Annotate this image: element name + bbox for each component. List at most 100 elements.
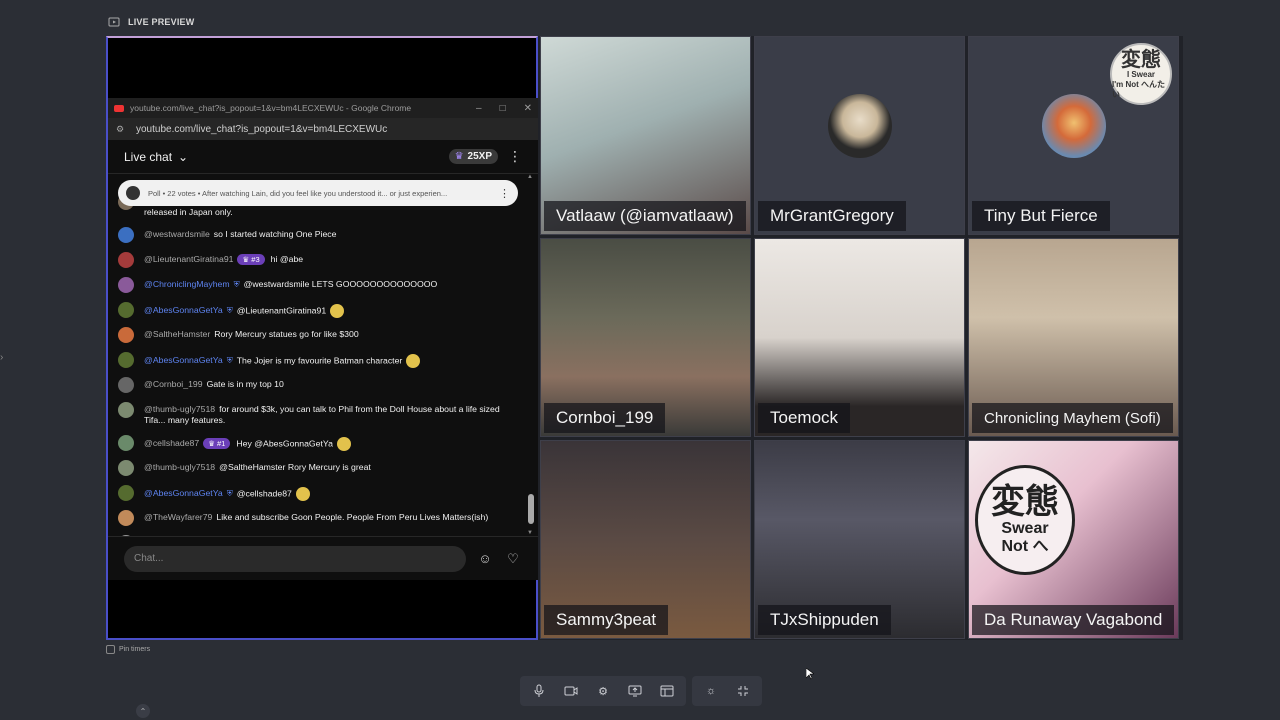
chat-message[interactable]: @LieutenantGiratina91 ♛ #3 hi @abe <box>118 252 518 268</box>
avatar[interactable] <box>118 435 134 451</box>
avatar[interactable] <box>118 535 134 536</box>
participant-name: Tiny But Fierce <box>972 201 1110 231</box>
message-author[interactable]: @thumb-ugly7518 <box>144 462 215 472</box>
message-author[interactable]: @Cornboi_199 <box>144 379 203 389</box>
chat-message[interactable]: @SaltheHamster Rory Mercury statues go fo… <box>118 327 518 343</box>
microphone-icon[interactable] <box>530 682 548 700</box>
avatar[interactable] <box>118 510 134 526</box>
message-author[interactable]: @AbesGonnaGetYa <box>144 488 223 498</box>
message-text: @westwardsmile LETS GOOOOOOOOOOOOOO <box>243 279 438 289</box>
message-author[interactable]: @AbesGonnaGetYa <box>144 355 223 365</box>
poll-avatar <box>126 186 140 200</box>
video-tile[interactable]: Toemock <box>754 238 965 437</box>
live-chat-label: Live chat <box>124 149 173 164</box>
avatar[interactable] <box>118 460 134 476</box>
emoji-icon <box>336 437 351 451</box>
video-tile[interactable]: 変態 Swear Not へ Da Runaway Vagabond <box>968 440 1179 639</box>
pin-timers-toggle[interactable]: Pin timers <box>106 645 150 654</box>
message-author[interactable]: @westwardsmile <box>144 229 210 239</box>
poll-text: Poll • 22 votes • After watching Lain, d… <box>148 188 448 198</box>
message-content: @AbesGonnaGetYa ⛨ The Jojer is my favourit… <box>144 354 518 368</box>
pin-timers-checkbox[interactable] <box>106 645 115 654</box>
chat-scrollbar[interactable]: ▲ ▼ <box>527 174 534 536</box>
preview-stage: youtube.com/live_chat?is_popout=1&v=bm4L… <box>106 36 1183 640</box>
participant-avatar <box>827 93 892 158</box>
chat-header: Live chat ⌄ ♛ 25XP ⋮ <box>108 140 538 174</box>
poll-options-icon[interactable]: ⋮ <box>499 187 510 200</box>
video-tile[interactable]: 変態 I Swear I'm Not へんたい Tiny But Fierce <box>968 36 1179 235</box>
scroll-down-icon[interactable]: ▼ <box>527 530 533 536</box>
brightness-icon[interactable]: ☼ <box>702 682 720 700</box>
heart-icon[interactable]: ♡ <box>504 550 522 568</box>
close-icon[interactable]: ✕ <box>524 103 532 114</box>
participant-name: Toemock <box>758 403 851 433</box>
message-author[interactable]: @LieutenantGiratina91 <box>144 254 233 264</box>
youtube-icon <box>114 104 124 112</box>
video-tile[interactable]: Vatlaaw (@iamvatlaaw) <box>540 36 751 235</box>
avatar[interactable] <box>118 327 134 343</box>
chrome-title-bar: youtube.com/live_chat?is_popout=1&v=bm4L… <box>108 98 538 118</box>
chat-message[interactable]: @westwardsmile so I started watching One … <box>118 227 518 243</box>
camera-icon[interactable] <box>562 682 580 700</box>
chat-message[interactable]: @thumb-ugly7518 @SaltheHamster Rory Mercu… <box>118 460 518 476</box>
avatar[interactable] <box>118 352 134 368</box>
message-content: @thumb-ugly7518 @SaltheHamster Rory Mercu… <box>144 462 518 473</box>
chevron-down-icon: ⌄ <box>178 149 189 164</box>
fullscreen-exit-icon[interactable] <box>734 682 752 700</box>
avatar[interactable] <box>118 302 134 318</box>
chat-message[interactable]: @Cornboi_199 Gate is in my top 10 <box>118 377 518 393</box>
chat-message[interactable]: @AbesGonnaGetYa ⛨ @LieutenantGiratina91 <box>118 302 518 318</box>
message-text: Hey @AbesGonnaGetYa <box>236 438 333 449</box>
avatar[interactable] <box>118 277 134 293</box>
settings-gear-icon[interactable]: ⚙ <box>594 682 612 700</box>
address-bar[interactable]: ⚙ youtube.com/live_chat?is_popout=1&v=bm… <box>108 118 538 140</box>
more-options-icon[interactable]: ⋮ <box>508 148 522 165</box>
chat-message[interactable]: @ChroniclingMayhem ⛨ @westwardsmile LETS G… <box>118 277 518 293</box>
collapse-panel-icon[interactable]: ⌃ <box>136 704 150 718</box>
xp-badge[interactable]: ♛ 25XP <box>448 149 498 164</box>
chat-message[interactable]: @AbesGonnaGetYa ⛨ @cellshade87 <box>118 485 518 501</box>
rank-badge-label: #3 <box>251 255 260 264</box>
avatar[interactable] <box>118 377 134 393</box>
screen-share-icon[interactable] <box>626 682 644 700</box>
message-content: @AbesGonnaGetYa ⛨ @cellshade87 <box>144 487 518 501</box>
video-tile[interactable]: TJxShippuden <box>754 440 965 639</box>
expand-left-panel-icon[interactable]: › <box>0 352 8 368</box>
chat-input[interactable]: Chat... <box>124 545 466 572</box>
video-tile[interactable]: Cornboi_199 <box>540 238 751 437</box>
background-logo: 変態 Swear Not へ <box>975 465 1075 575</box>
participant-name: Chronicling Mayhem (Sofi) <box>972 403 1173 433</box>
chat-message[interactable]: @thumb-ugly7518 for around $3k, you can t… <box>118 402 518 426</box>
chat-input-placeholder: Chat... <box>134 553 164 564</box>
live-chat-dropdown[interactable]: Live chat ⌄ <box>124 150 188 164</box>
avatar[interactable] <box>118 402 134 418</box>
chat-message[interactable]: @cellshade87 ♛ #1 Hey @AbesGonnaGetYa <box>118 435 518 451</box>
chat-message[interactable]: @TheWayfarer79 Like and subscribe Goon Pe… <box>118 510 518 526</box>
scroll-thumb[interactable] <box>528 494 534 524</box>
site-settings-icon[interactable]: ⚙ <box>116 124 126 134</box>
message-author[interactable]: @cellshade87 <box>144 438 199 448</box>
message-author[interactable]: @TheWayfarer79 <box>144 512 212 522</box>
poll-banner[interactable]: Poll • 22 votes • After watching Lain, d… <box>118 180 518 206</box>
layout-icon[interactable] <box>658 682 676 700</box>
chat-scene: youtube.com/live_chat?is_popout=1&v=bm4L… <box>106 36 538 640</box>
avatar[interactable] <box>118 252 134 268</box>
scroll-up-icon[interactable]: ▲ <box>527 174 533 180</box>
message-author[interactable]: @thumb-ugly7518 <box>144 404 215 414</box>
video-tile[interactable]: MrGrantGregory <box>754 36 965 235</box>
minimize-icon[interactable]: – <box>476 103 482 114</box>
emoji-icon <box>330 304 345 318</box>
message-author[interactable]: @ChroniclingMayhem <box>144 279 230 289</box>
avatar[interactable] <box>118 485 134 501</box>
chat-message[interactable]: @AbesGonnaGetYa ⛨ The Jojer is my favourit… <box>118 352 518 368</box>
video-tile[interactable]: Chronicling Mayhem (Sofi) <box>968 238 1179 437</box>
video-tile[interactable]: Sammy3peat <box>540 440 751 639</box>
message-author[interactable]: @SaltheHamster <box>144 329 210 339</box>
bottom-toolbar: ⚙ ☼ <box>520 676 762 706</box>
maximize-icon[interactable]: □ <box>500 103 506 114</box>
avatar[interactable] <box>118 227 134 243</box>
emoji-icon[interactable]: ☺ <box>476 550 494 568</box>
emoji-icon <box>406 354 421 368</box>
xp-value: 25XP <box>467 151 492 162</box>
message-author[interactable]: @AbesGonnaGetYa <box>144 305 223 315</box>
